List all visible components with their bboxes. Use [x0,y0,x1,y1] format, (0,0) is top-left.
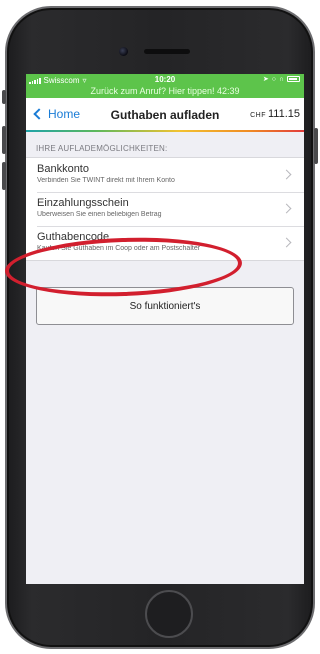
balance-currency: CHF [250,112,266,119]
location-icon: ➤ [262,76,269,83]
option-title: Bankkonto [37,163,89,175]
option-subtitle: Überweisen Sie einen beliebigen Betrag [37,211,162,218]
option-subtitle: Kaufen Sie Guthaben im Coop oder am Post… [37,245,201,252]
option-subtitle: Verbinden Sie TWINT direkt mit Ihrem Kon… [37,177,175,184]
alarm-icon: ○ [271,75,276,83]
option-title: Einzahlungsschein [37,197,129,209]
topup-options-list: Bankkonto Verbinden Sie TWINT direkt mit… [26,157,304,261]
option-title: Guthabencode [37,231,110,243]
how-it-works-button[interactable]: So funktioniert's [36,287,294,325]
battery-icon [287,76,300,82]
screen: Swisscom ▿ 10:20 ➤ ○ ∩ Zurück zum Anruf?… [26,74,304,584]
option-payment-slip[interactable]: Einzahlungsschein Überweisen Sie einen b… [26,192,304,226]
status-bar[interactable]: Swisscom ▿ 10:20 ➤ ○ ∩ Zurück zum Anruf?… [26,74,304,98]
home-button[interactable] [145,590,193,638]
brand-gradient-bar [26,130,304,132]
status-right: ➤ ○ ∩ [263,75,300,83]
earpiece-speaker [144,49,190,54]
option-bank-account[interactable]: Bankkonto Verbinden Sie TWINT direkt mit… [26,158,304,192]
volume-up-button [2,126,6,154]
balance-amount: 111.15 [267,108,300,120]
navigation-bar: Home Guthaben aufladen CHF 111.15 [26,98,304,132]
balance-display: CHF 111.15 [250,108,300,120]
front-camera [119,47,128,56]
headphones-icon: ∩ [278,75,284,83]
power-button [314,128,318,164]
volume-down-button [2,162,6,190]
section-header: IHRE AUFLADEMÖGLICHKEITEN: [36,144,168,153]
mute-switch [2,90,6,104]
return-to-call-banner[interactable]: Zurück zum Anruf? Hier tippen! 42:39 [26,86,304,96]
option-voucher-code[interactable]: Guthabencode Kaufen Sie Guthaben im Coop… [26,226,304,260]
